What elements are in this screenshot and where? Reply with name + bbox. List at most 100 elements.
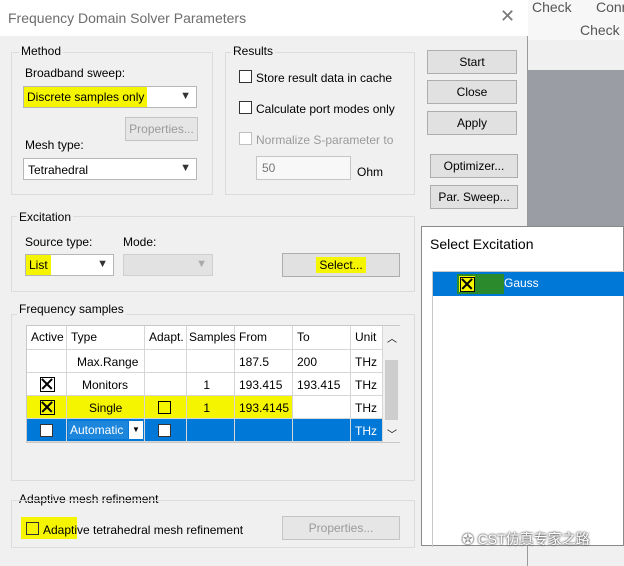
row-to[interactable]: 200	[293, 350, 351, 373]
watermark-text: CST仿真专家之路	[477, 531, 590, 547]
broadband-label: Broadband sweep:	[25, 66, 126, 80]
close-icon[interactable]: ✕	[500, 6, 515, 27]
row-active-cell[interactable]	[27, 396, 67, 419]
header-from[interactable]: From	[235, 326, 293, 350]
normalize-input[interactable]: 50	[256, 156, 351, 180]
row-adapt[interactable]	[145, 350, 187, 373]
row-type[interactable]: Single	[67, 396, 145, 419]
row-samples[interactable]: 1	[187, 396, 235, 419]
row-unit[interactable]: THz	[351, 419, 383, 442]
row-adapt[interactable]	[145, 373, 187, 396]
chevron-down-icon: ▼	[180, 162, 191, 174]
table-scrollbar[interactable]: ︿ ﹀	[383, 326, 400, 442]
list-item[interactable]: Gauss	[433, 272, 624, 296]
adaptive-checkbox[interactable]	[26, 522, 39, 535]
source-type-value: List	[26, 255, 51, 275]
row-to[interactable]: 193.415	[293, 373, 351, 396]
row-samples[interactable]	[187, 419, 235, 442]
background-ribbon: Check Conn Check	[520, 0, 624, 40]
row-type[interactable]: Automatic	[68, 421, 128, 439]
watermark: ✪ CST仿真专家之路	[462, 529, 590, 549]
ribbon-check-b[interactable]: Check	[580, 22, 620, 38]
row-adapt[interactable]	[145, 396, 187, 419]
checked-checkbox-icon[interactable]	[40, 400, 55, 415]
chevron-down-icon: ▼	[97, 258, 108, 270]
title-bar: Frequency Domain Solver Parameters ✕	[0, 0, 528, 36]
header-active[interactable]: Active	[27, 326, 67, 350]
ohm-unit: Ohm	[357, 165, 384, 179]
ribbon-check-a[interactable]: Check	[532, 0, 572, 15]
apply-button[interactable]: Apply	[427, 111, 517, 135]
normalize-checkbox[interactable]	[239, 132, 252, 145]
mesh-type-label: Mesh type:	[25, 138, 84, 152]
header-unit[interactable]: Unit	[351, 326, 383, 350]
optimizer-button[interactable]: Optimizer...	[430, 154, 518, 178]
adaptive-properties-button[interactable]: Properties...	[282, 516, 400, 540]
chevron-down-icon: ▼	[180, 90, 191, 102]
frequency-table: Active Type Adapt. Samples From To Unit …	[26, 325, 400, 443]
row-from[interactable]: 187.5	[235, 350, 293, 373]
broadband-combo[interactable]: Discrete samples only ▼	[23, 86, 197, 108]
select-excitation-dialog: Select Excitation Gauss	[421, 226, 624, 547]
excitation-label: Excitation	[17, 210, 74, 224]
par-sweep-button[interactable]: Par. Sweep...	[430, 185, 518, 209]
row-to[interactable]	[293, 396, 351, 419]
row-active-cell[interactable]	[27, 419, 67, 442]
store-cache-checkbox[interactable]	[239, 70, 252, 83]
mesh-type-combo[interactable]: Tetrahedral ▼	[23, 158, 197, 180]
checked-checkbox-icon[interactable]	[40, 377, 55, 392]
close-button[interactable]: Close	[427, 80, 517, 104]
table-row-cell[interactable]	[27, 350, 67, 373]
row-samples[interactable]	[187, 350, 235, 373]
row-unit[interactable]: THz	[351, 373, 383, 396]
row-from[interactable]: 193.4145	[235, 396, 293, 419]
adapt-checkbox[interactable]	[158, 424, 171, 437]
store-cache-label: Store result data in cache	[256, 71, 393, 85]
frequency-label: Frequency samples	[17, 302, 126, 316]
select-excitation-title: Select Excitation	[430, 236, 534, 252]
chevron-up-icon[interactable]: ︿	[387, 330, 397, 345]
source-type-label: Source type:	[25, 235, 93, 249]
checked-checkbox-icon[interactable]	[460, 277, 475, 292]
excitation-list	[432, 271, 624, 547]
start-button[interactable]: Start	[427, 50, 517, 74]
adaptive-checkbox-label: Adaptive tetrahedral mesh refinement	[43, 523, 244, 537]
mode-combo[interactable]: ▼	[123, 254, 213, 276]
chevron-down-icon[interactable]: ﹀	[387, 426, 397, 441]
active-checkbox[interactable]	[40, 424, 53, 437]
row-samples[interactable]: 1	[187, 373, 235, 396]
header-to[interactable]: To	[293, 326, 351, 350]
row-unit[interactable]: THz	[351, 396, 383, 419]
mesh-type-value: Tetrahedral	[28, 163, 89, 177]
row-type[interactable]: Monitors	[67, 373, 145, 396]
port-modes-checkbox[interactable]	[239, 101, 252, 114]
adapt-checkbox[interactable]	[158, 401, 171, 414]
row-from[interactable]: 193.415	[235, 373, 293, 396]
port-modes-label: Calculate port modes only	[256, 102, 395, 116]
source-type-combo[interactable]: List ▼	[25, 254, 114, 276]
row-from[interactable]	[235, 419, 293, 442]
select-button[interactable]: Select...	[282, 253, 400, 277]
broadband-value: Discrete samples only	[24, 87, 148, 107]
scrollbar-thumb[interactable]	[385, 360, 398, 420]
chevron-down-icon[interactable]: ▼	[129, 421, 143, 439]
row-unit[interactable]: THz	[351, 350, 383, 373]
wechat-icon: ✪	[462, 531, 474, 547]
select-button-label: Select...	[316, 257, 366, 273]
normalize-label: Normalize S-parameter to	[256, 133, 394, 147]
type-combo-cell[interactable]: Automatic ▼	[67, 419, 145, 442]
header-samples[interactable]: Samples	[187, 326, 236, 350]
ribbon-conn[interactable]: Conn	[596, 0, 624, 15]
chevron-down-icon: ▼	[196, 258, 207, 270]
row-to[interactable]	[293, 419, 351, 442]
method-properties-button[interactable]: Properties...	[125, 117, 198, 141]
header-type[interactable]: Type	[67, 326, 145, 350]
mode-label: Mode:	[123, 235, 157, 249]
results-label: Results	[231, 44, 276, 58]
dialog-title: Frequency Domain Solver Parameters	[8, 10, 247, 26]
list-item-label: Gauss	[504, 276, 539, 290]
header-adapt[interactable]: Adapt.	[145, 326, 187, 350]
row-adapt[interactable]	[145, 419, 187, 442]
row-active-cell[interactable]	[27, 373, 67, 396]
row-type[interactable]: Max.Range	[67, 350, 145, 373]
